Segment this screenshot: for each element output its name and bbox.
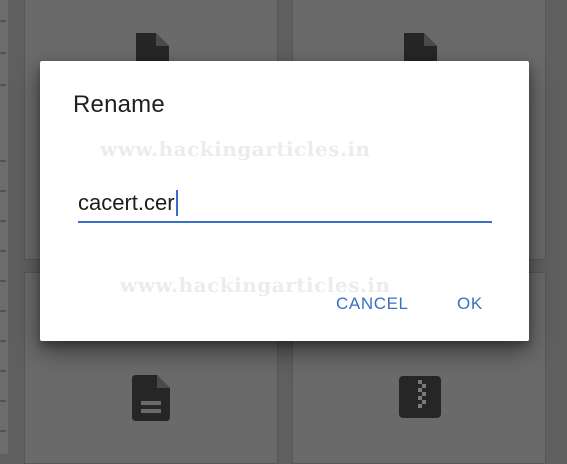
filename-input-text-wrap: cacert.cer — [78, 189, 178, 217]
filename-input[interactable]: cacert.cer — [78, 185, 492, 223]
rename-dialog: Rename www.hackingarticles.in cacert.cer… — [40, 61, 529, 341]
left-strip — [0, 0, 8, 454]
text-cursor — [175, 190, 178, 217]
cancel-button[interactable]: CANCEL — [336, 294, 409, 314]
dialog-title: Rename — [73, 91, 165, 118]
watermark-top: www.hackingarticles.in — [100, 137, 371, 161]
zip-file-icon — [399, 376, 441, 418]
filename-input-value: cacert.cer — [78, 190, 175, 215]
document-icon — [132, 375, 170, 421]
ok-button[interactable]: OK — [457, 294, 483, 314]
